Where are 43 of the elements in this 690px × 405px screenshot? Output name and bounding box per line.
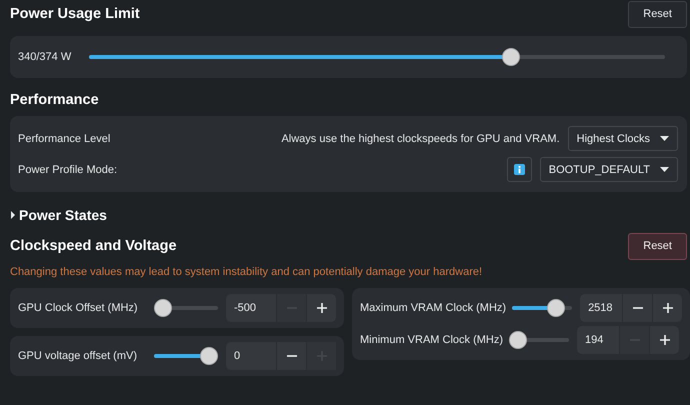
section-title: Clockspeed and Voltage [10,238,177,254]
slider[interactable] [89,48,665,66]
expander-arrow-icon [10,211,16,219]
info-button[interactable] [506,157,532,182]
warning-text: Changing these values may lead to system instability and can potentially damage your hardware! [10,266,484,278]
plus-icon [662,302,674,314]
slider[interactable] [509,331,569,349]
plus-icon [316,302,328,314]
power-reading: 340/374 W [18,51,72,63]
reset-button[interactable]: Reset [628,0,687,28]
row-label: Performance Level [18,132,112,144]
reset-button[interactable]: Reset [628,232,687,260]
slider-thumb[interactable] [546,299,564,317]
dropdown[interactable]: BOOTUP_DEFAULT [540,157,678,182]
spin-box[interactable]: 0 [226,342,336,370]
spin-value: -500 [233,302,258,314]
slider-thumb[interactable] [502,48,520,66]
caret-icon [660,166,669,172]
slider[interactable] [154,299,218,317]
spin-box[interactable]: -500 [226,294,336,322]
slider[interactable] [154,347,218,365]
expander[interactable]: Power States [10,198,687,232]
slider[interactable] [512,299,572,317]
plus-icon [658,334,670,346]
spin-value: 194 [584,334,604,346]
description-text: Always use the highest clockspeeds for GPU and VRAM. [281,132,560,144]
slider-thumb[interactable] [154,299,172,317]
section-title: Performance [10,92,99,108]
control-label: Maximum VRAM Clock (MHz) [360,302,506,314]
spin-box[interactable]: 194 [577,326,679,354]
caret-icon [660,136,669,142]
spin-value: 0 [233,350,242,362]
section-title: Power Usage Limit [10,6,140,22]
row-label: Power Profile Mode: [18,164,118,176]
spin-value: 2518 [587,302,614,314]
control-label: Minimum VRAM Clock (MHz) [360,334,503,346]
dropdown[interactable]: Highest Clocks [568,126,678,151]
control-label: GPU Clock Offset (MHz) [18,302,139,314]
control-label: GPU voltage offset (mV) [18,350,138,362]
slider-thumb[interactable] [509,331,527,349]
spin-box[interactable]: 2518 [580,294,682,322]
info-icon [514,164,525,175]
slider-thumb[interactable] [200,347,218,365]
